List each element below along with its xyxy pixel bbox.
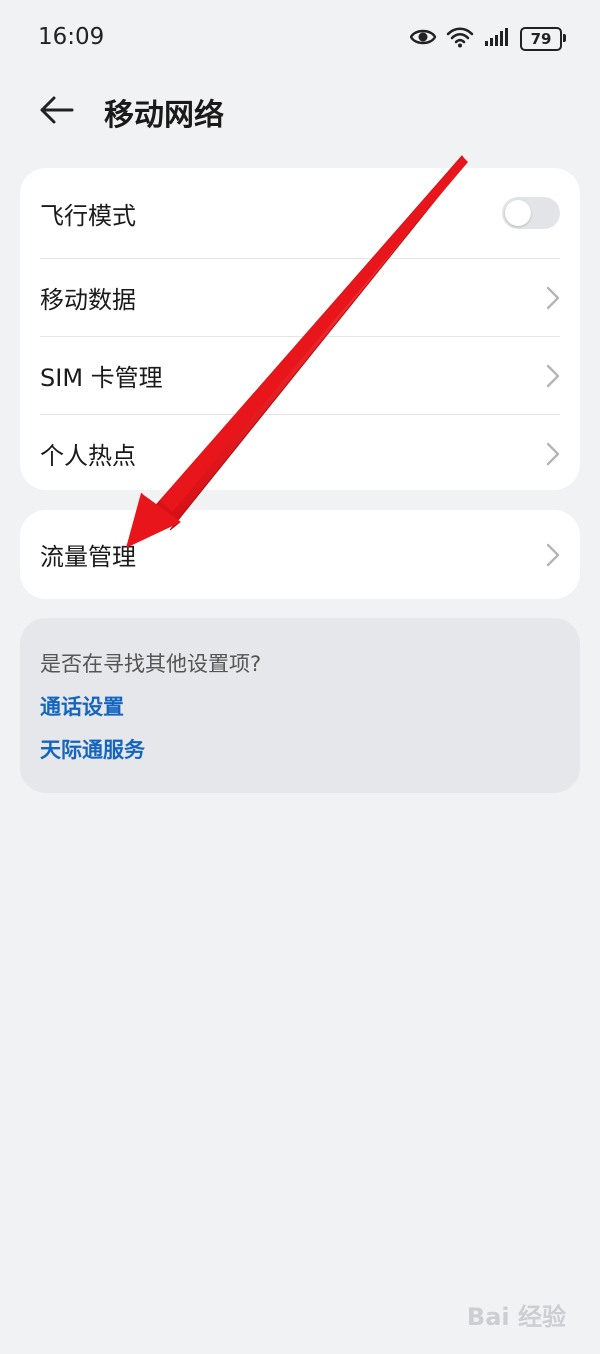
- airplane-mode-label: 飞行模式: [40, 201, 136, 230]
- chevron-right-icon: [546, 286, 560, 310]
- skytone-service-link[interactable]: 天际通服务: [40, 734, 145, 764]
- call-settings-link[interactable]: 通话设置: [40, 691, 124, 721]
- personal-hotspot-row[interactable]: 个人热点: [20, 415, 580, 492]
- eye-icon: [409, 26, 437, 52]
- chevron-right-icon: [546, 364, 560, 388]
- watermark: Bai 经验: [466, 1303, 566, 1331]
- sim-management-row[interactable]: SIM 卡管理: [20, 337, 580, 414]
- header: 移动网络: [0, 80, 600, 144]
- airplane-mode-toggle[interactable]: [502, 197, 560, 229]
- traffic-management-row[interactable]: 流量管理: [20, 510, 580, 599]
- sim-management-label: SIM 卡管理: [40, 364, 163, 392]
- suggestions-title: 是否在寻找其他设置项?: [40, 652, 262, 676]
- back-arrow-icon: [38, 95, 74, 129]
- page-title: 移动网络: [104, 98, 224, 133]
- mobile-data-row[interactable]: 移动数据: [20, 259, 580, 336]
- personal-hotspot-label: 个人热点: [40, 442, 136, 470]
- status-bar: 16:09 79: [0, 0, 600, 76]
- toggle-knob: [505, 200, 531, 226]
- settings-card: 飞行模式 移动数据 SIM 卡管理 个人热点: [20, 168, 580, 490]
- battery-icon: 79: [520, 27, 566, 51]
- mobile-data-label: 移动数据: [40, 286, 136, 314]
- traffic-management-label: 流量管理: [40, 543, 136, 571]
- signal-icon: [484, 27, 510, 51]
- airplane-mode-row[interactable]: 飞行模式: [20, 168, 580, 258]
- status-time: 16:09: [38, 24, 105, 50]
- status-icons: 79: [409, 26, 566, 52]
- chevron-right-icon: [546, 543, 560, 567]
- chevron-right-icon: [546, 442, 560, 466]
- wifi-icon: [446, 26, 474, 52]
- suggestions-card: 是否在寻找其他设置项? 通话设置 天际通服务: [20, 618, 580, 793]
- back-button[interactable]: [36, 92, 76, 132]
- traffic-card: 流量管理: [20, 510, 580, 599]
